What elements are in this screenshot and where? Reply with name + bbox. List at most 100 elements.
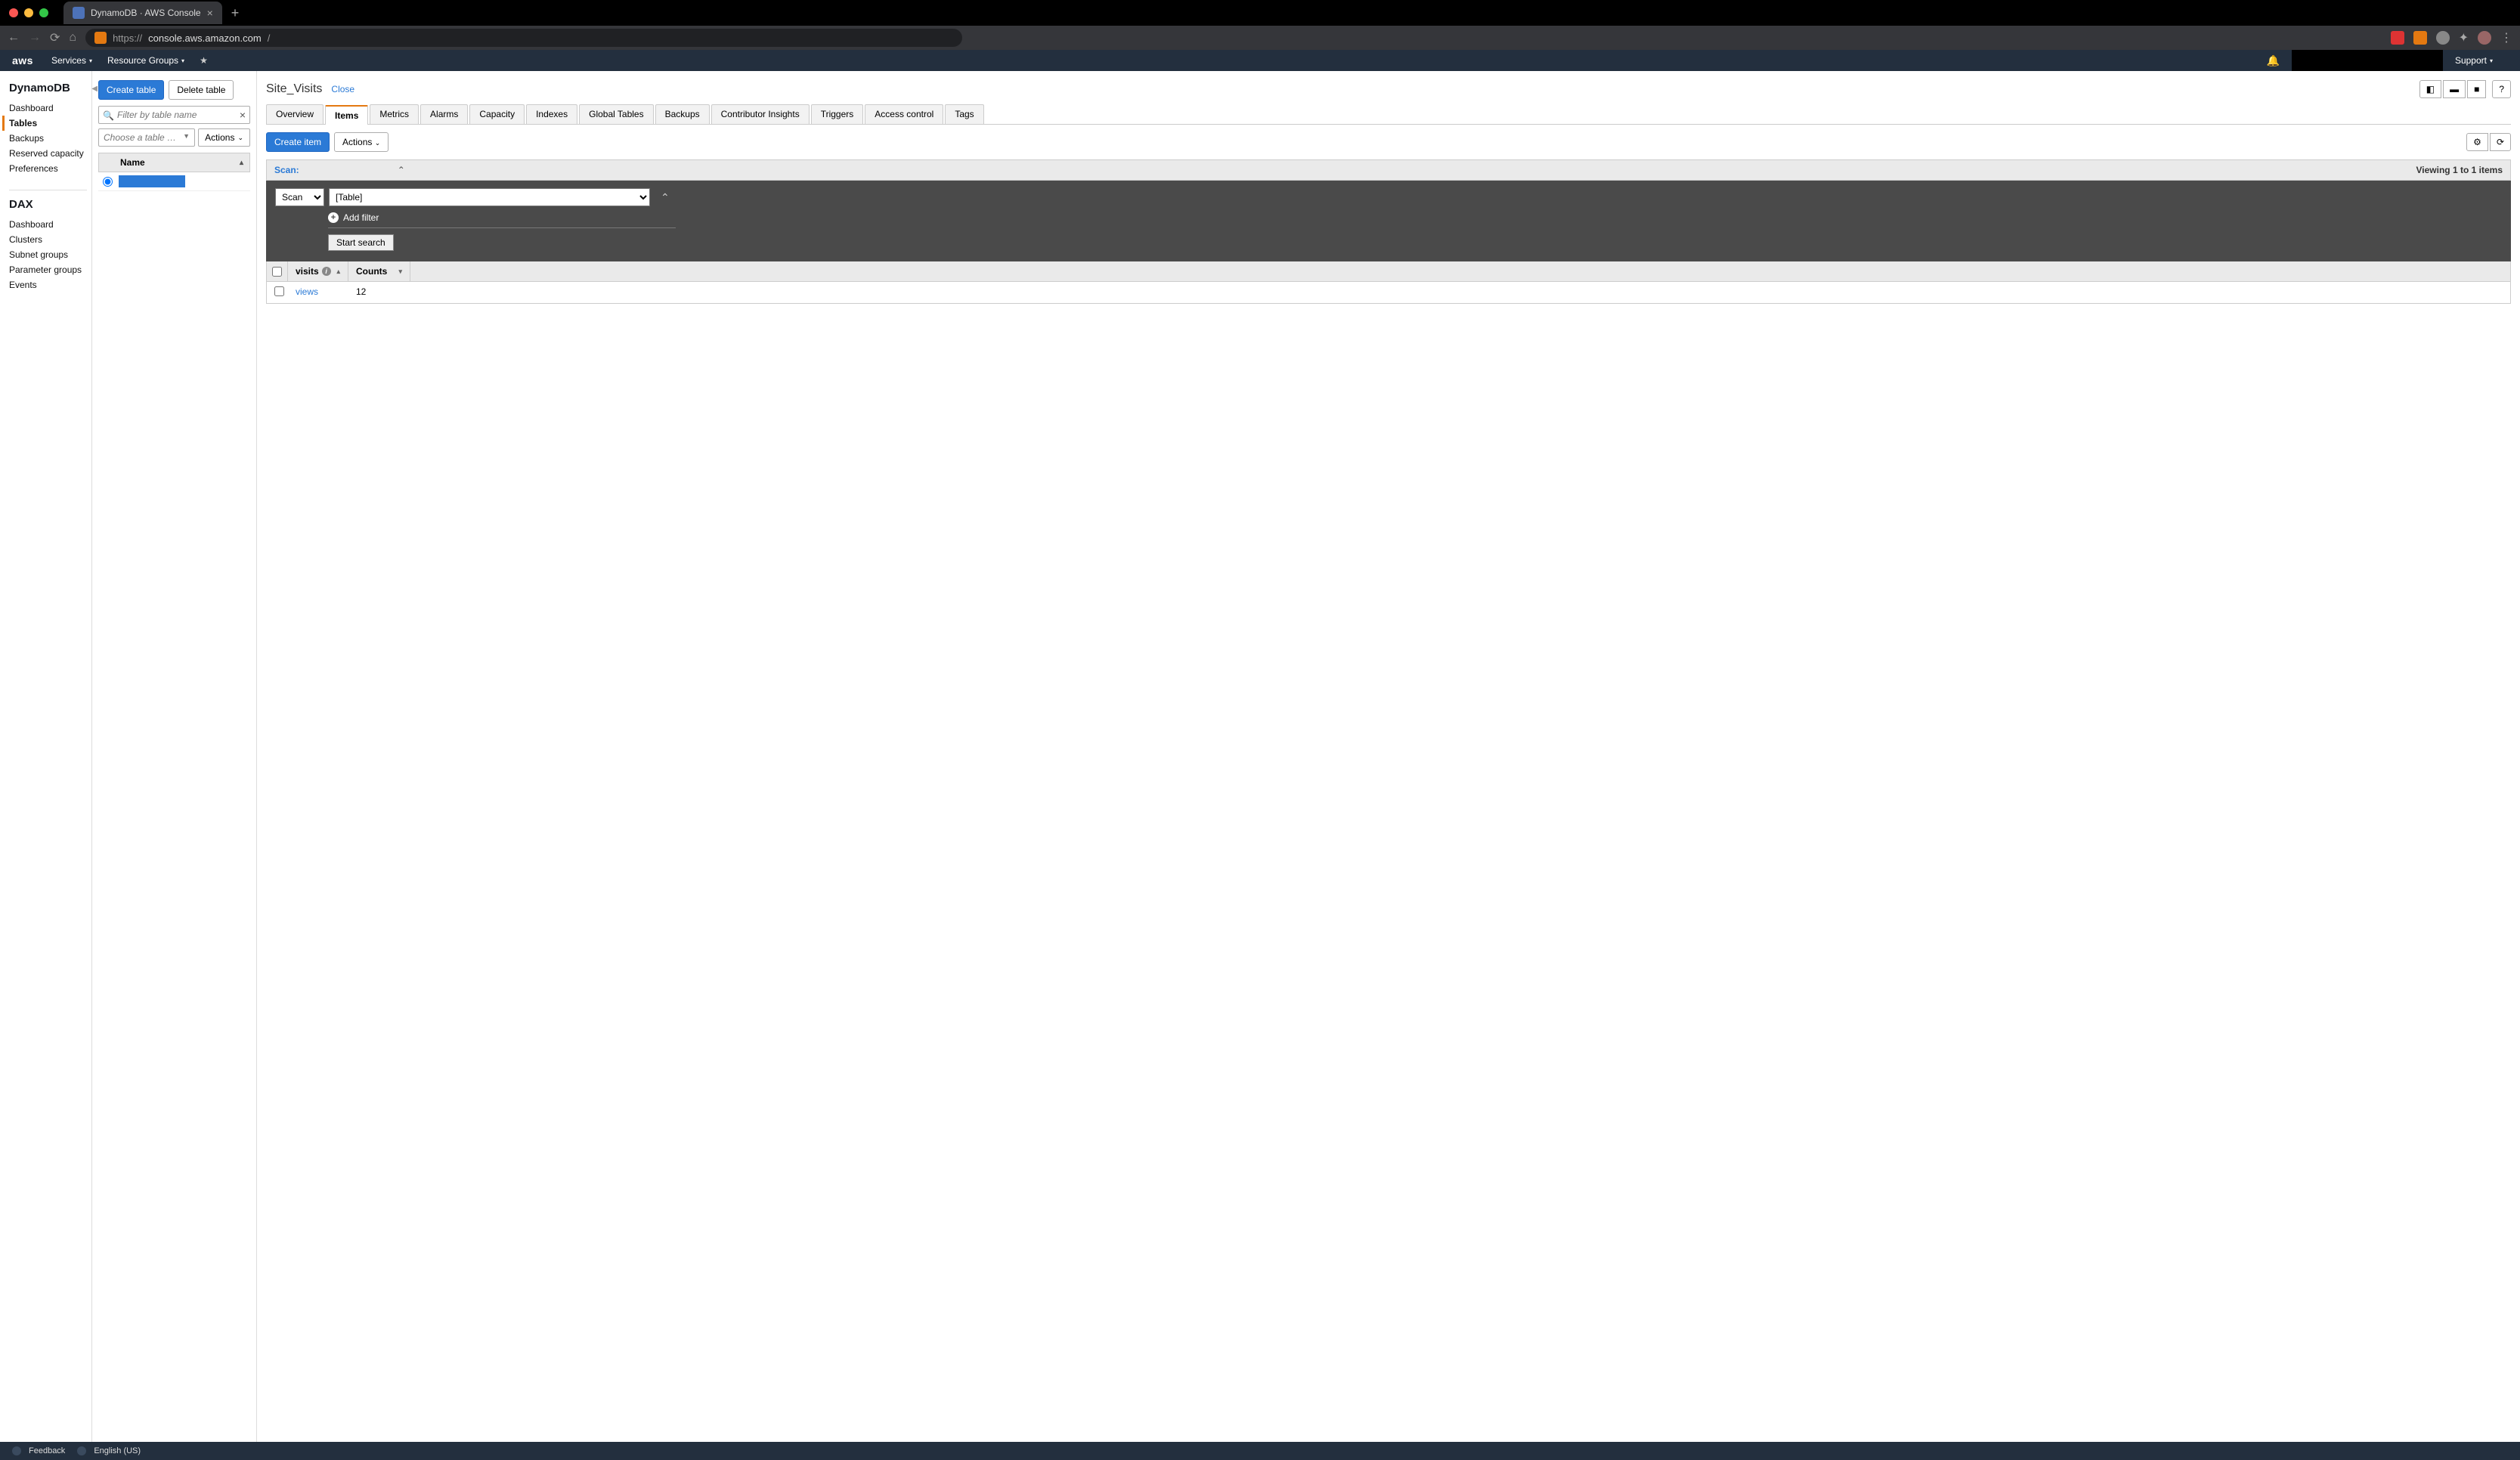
nav-backups[interactable]: Backups	[9, 131, 91, 146]
viewing-count: Viewing 1 to 1 items	[2416, 165, 2503, 175]
url-input[interactable]: https://console.aws.amazon.com/	[85, 29, 962, 47]
services-menu[interactable]: Services ▾	[51, 55, 92, 66]
browser-tab-strip: DynamoDB · AWS Console × +	[0, 0, 2520, 26]
nav-title-dax: DAX	[9, 198, 91, 211]
nav-dax-subnet-groups[interactable]: Subnet groups	[9, 247, 91, 262]
tab-access-control[interactable]: Access control	[865, 104, 943, 124]
browser-addr-bar: ← → ⟳ ⌂ https://console.aws.amazon.com/ …	[0, 26, 2520, 50]
tables-panel: Create table Delete table 🔍 × Choose a t…	[92, 71, 257, 1442]
layout-full-icon[interactable]: ■	[2467, 80, 2486, 98]
extension-icons: ✦ ⋮	[2391, 30, 2512, 45]
scan-header[interactable]: Scan: ⌃ Viewing 1 to 1 items	[266, 159, 2511, 181]
detail-tabs: Overview Items Metrics Alarms Capacity I…	[266, 104, 2511, 125]
nav-dax-parameter-groups[interactable]: Parameter groups	[9, 262, 91, 277]
tab-contributor-insights[interactable]: Contributor Insights	[711, 104, 810, 124]
settings-icon[interactable]: ⚙	[2466, 133, 2488, 151]
col-counts[interactable]: Counts▾	[348, 261, 410, 281]
extensions-icon[interactable]: ✦	[2459, 30, 2469, 45]
notifications-icon[interactable]: 🔔	[2267, 54, 2280, 67]
nav-dax-events[interactable]: Events	[9, 277, 91, 292]
tab-overview[interactable]: Overview	[266, 104, 324, 124]
plus-icon: +	[328, 212, 339, 223]
tab-triggers[interactable]: Triggers	[811, 104, 864, 124]
support-menu[interactable]: Support ▾	[2455, 55, 2493, 66]
ext1-icon[interactable]	[2391, 31, 2404, 45]
pin-icon[interactable]: ★	[200, 55, 208, 66]
tab-tags[interactable]: Tags	[945, 104, 983, 124]
layout-bottom-icon[interactable]: ▬	[2443, 80, 2466, 98]
table-select-radio[interactable]	[103, 177, 113, 187]
browser-tab[interactable]: DynamoDB · AWS Console ×	[63, 2, 222, 24]
avatar-icon[interactable]	[2478, 31, 2491, 45]
account-menu[interactable]	[2292, 50, 2443, 71]
tab-metrics[interactable]: Metrics	[370, 104, 419, 124]
clear-filter-icon[interactable]: ×	[240, 109, 246, 121]
left-nav: ◀ DynamoDB Dashboard Tables Backups Rese…	[0, 71, 92, 1442]
table-row[interactable]	[98, 172, 250, 191]
nav-tables[interactable]: Tables	[2, 116, 91, 131]
scan-table-select[interactable]: [Table]	[329, 188, 650, 206]
feedback-link[interactable]: Feedback	[12, 1446, 65, 1455]
minimize-window-icon[interactable]	[24, 8, 33, 17]
delete-table-button[interactable]: Delete table	[169, 80, 234, 100]
nav-title-dynamodb: DynamoDB	[9, 82, 91, 94]
layout-split-icon[interactable]: ◧	[2419, 80, 2441, 98]
row-checkbox[interactable]	[274, 286, 284, 296]
cell-visits[interactable]: views	[288, 282, 348, 303]
refresh-icon[interactable]: ⟳	[2490, 133, 2511, 151]
sort-asc-icon: ▴	[336, 268, 340, 276]
col-visits[interactable]: visitsi▴	[288, 261, 348, 281]
table-list-header[interactable]: Name ▴	[98, 153, 250, 172]
table-actions-menu[interactable]: Actions⌄	[198, 128, 250, 147]
main-content: Site_Visits Close ◧ ▬ ■ ? Overview Items…	[257, 71, 2520, 1442]
back-icon[interactable]: ←	[8, 31, 20, 45]
start-search-button[interactable]: Start search	[328, 234, 394, 251]
col-name: Name	[120, 157, 145, 168]
scan-label: Scan:	[274, 165, 299, 175]
results-header: visitsi▴ Counts▾	[266, 261, 2511, 282]
table-filter-input[interactable]	[98, 106, 250, 124]
tab-global-tables[interactable]: Global Tables	[579, 104, 654, 124]
result-row[interactable]: views 12	[266, 282, 2511, 304]
tab-title: DynamoDB · AWS Console	[91, 8, 201, 18]
ext3-icon[interactable]	[2436, 31, 2450, 45]
close-window-icon[interactable]	[9, 8, 18, 17]
search-icon: 🔍	[103, 110, 114, 121]
help-icon[interactable]: ?	[2492, 80, 2511, 98]
resource-groups-menu[interactable]: Resource Groups ▾	[107, 55, 184, 66]
nav-dax-dashboard[interactable]: Dashboard	[9, 217, 91, 232]
reload-icon[interactable]: ⟳	[50, 30, 60, 45]
collapse-sidebar-icon[interactable]: ◀	[91, 85, 98, 93]
window-controls	[9, 8, 48, 17]
browser-menu-icon[interactable]: ⋮	[2500, 30, 2512, 45]
table-group-select[interactable]: Choose a table …▼	[98, 128, 195, 147]
create-table-button[interactable]: Create table	[98, 80, 164, 100]
tab-indexes[interactable]: Indexes	[526, 104, 577, 124]
ext2-icon[interactable]	[2413, 31, 2427, 45]
table-name-selected	[119, 175, 185, 187]
tab-items[interactable]: Items	[325, 105, 368, 125]
nav-dashboard[interactable]: Dashboard	[9, 101, 91, 116]
add-filter-button[interactable]: + Add filter	[328, 212, 676, 228]
tab-capacity[interactable]: Capacity	[469, 104, 525, 124]
aws-top-bar: aws Services ▾ Resource Groups ▾ ★ 🔔 Sup…	[0, 50, 2520, 71]
language-link[interactable]: English (US)	[77, 1446, 141, 1455]
scan-inner-collapse-icon[interactable]: ⌃	[661, 191, 670, 204]
create-item-button[interactable]: Create item	[266, 132, 330, 152]
scan-collapse-icon[interactable]: ⌃	[398, 165, 405, 175]
close-link[interactable]: Close	[331, 84, 354, 94]
nav-reserved-capacity[interactable]: Reserved capacity	[9, 146, 91, 161]
item-actions-menu[interactable]: Actions ⌄	[334, 132, 389, 152]
scan-type-select[interactable]: Scan	[275, 188, 324, 206]
nav-dax-clusters[interactable]: Clusters	[9, 232, 91, 247]
select-all-checkbox[interactable]	[272, 267, 282, 277]
maximize-window-icon[interactable]	[39, 8, 48, 17]
tab-close-icon[interactable]: ×	[207, 7, 213, 19]
aws-logo-icon[interactable]: aws	[12, 54, 33, 67]
tab-backups[interactable]: Backups	[655, 104, 710, 124]
nav-preferences[interactable]: Preferences	[9, 161, 91, 176]
info-icon: i	[322, 267, 331, 276]
home-icon[interactable]: ⌂	[69, 31, 76, 45]
tab-alarms[interactable]: Alarms	[420, 104, 468, 124]
new-tab-icon[interactable]: +	[231, 5, 240, 21]
